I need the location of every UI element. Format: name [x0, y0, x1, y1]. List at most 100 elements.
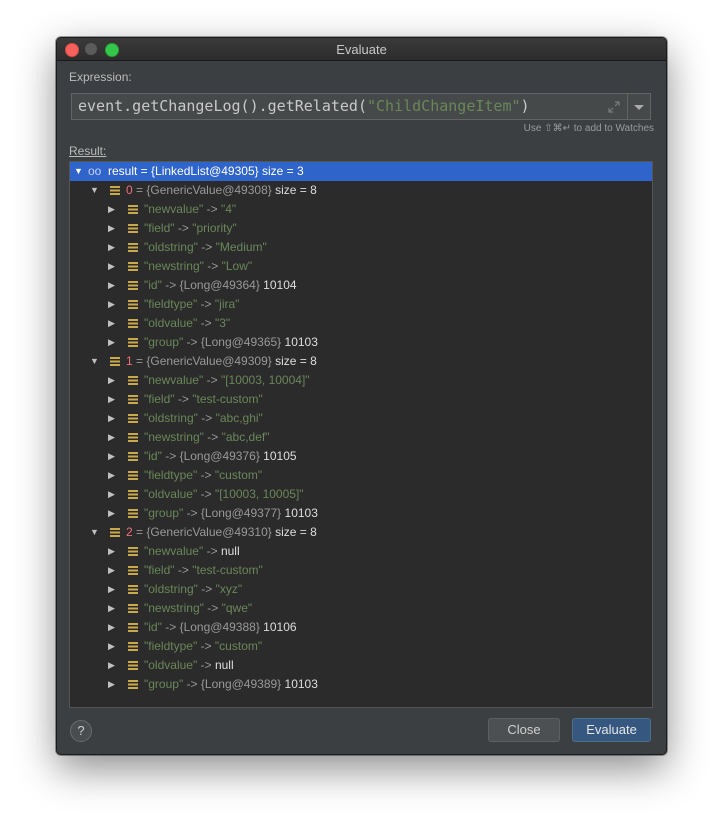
field-icon	[128, 243, 138, 252]
tree-entry-row[interactable]: ▶ "oldvalue" -> null	[70, 656, 652, 675]
tree-entry-label: "group" -> {Long@49389} 10103	[144, 677, 318, 691]
expand-editor-icon[interactable]	[607, 100, 621, 114]
tree-entry-label: "fieldtype" -> "custom"	[144, 639, 263, 653]
history-dropdown-button[interactable]	[628, 93, 651, 120]
collapsed-triangle-icon[interactable]: ▶	[108, 333, 118, 352]
result-label: Result:	[69, 144, 107, 158]
tree-entry-row[interactable]: ▶ "field" -> "priority"	[70, 219, 652, 238]
field-icon	[128, 623, 138, 632]
tree-entry-label: "oldstring" -> "abc,ghi"	[144, 411, 263, 425]
collapsed-triangle-icon[interactable]: ▶	[108, 504, 118, 523]
field-icon	[110, 528, 120, 537]
tree-entry-row[interactable]: ▶ "group" -> {Long@49389} 10103	[70, 675, 652, 694]
field-icon	[128, 642, 138, 651]
collapsed-triangle-icon[interactable]: ▶	[108, 238, 118, 257]
tree-group-row[interactable]: ▼ 1 = {GenericValue@49309} size = 8	[70, 352, 652, 371]
tree-group-row[interactable]: ▼ 0 = {GenericValue@49308} size = 8	[70, 181, 652, 200]
collapsed-triangle-icon[interactable]: ▶	[108, 428, 118, 447]
field-icon	[128, 471, 138, 480]
collapsed-triangle-icon[interactable]: ▶	[108, 314, 118, 333]
tree-entry-label: "newvalue" -> "[10003, 10004]"	[144, 373, 310, 387]
tree-entry-row[interactable]: ▶ "oldstring" -> "abc,ghi"	[70, 409, 652, 428]
expand-triangle-icon[interactable]: ▼	[90, 181, 100, 200]
field-icon	[110, 186, 120, 195]
collapsed-triangle-icon[interactable]: ▶	[108, 447, 118, 466]
collapsed-triangle-icon[interactable]: ▶	[108, 409, 118, 428]
help-button[interactable]: ?	[70, 720, 92, 742]
expression-input[interactable]: event.getChangeLog().getRelated("ChildCh…	[71, 93, 628, 120]
expression-label: Expression:	[69, 70, 132, 84]
close-button[interactable]: Close	[488, 718, 560, 742]
field-icon	[128, 395, 138, 404]
tree-entry-row[interactable]: ▶ "field" -> "test-custom"	[70, 561, 652, 580]
collapsed-triangle-icon[interactable]: ▶	[108, 561, 118, 580]
field-icon	[128, 262, 138, 271]
expression-code[interactable]: event.getChangeLog().getRelated("ChildCh…	[78, 97, 530, 115]
tree-entry-label: "newvalue" -> null	[144, 544, 240, 558]
tree-entry-row[interactable]: ▶ "oldvalue" -> "[10003, 10005]"	[70, 485, 652, 504]
collapsed-triangle-icon[interactable]: ▶	[108, 371, 118, 390]
tree-entry-label: "oldstring" -> "xyz"	[144, 582, 243, 596]
field-icon	[128, 300, 138, 309]
collapsed-triangle-icon[interactable]: ▶	[108, 656, 118, 675]
expand-triangle-icon[interactable]: ▼	[90, 352, 100, 371]
tree-entry-label: "newvalue" -> "4"	[144, 202, 237, 216]
tree-entry-label: "field" -> "test-custom"	[144, 563, 263, 577]
field-icon	[128, 433, 138, 442]
collapsed-triangle-icon[interactable]: ▶	[108, 580, 118, 599]
tree-entry-row[interactable]: ▶ "newvalue" -> "4"	[70, 200, 652, 219]
collapsed-triangle-icon[interactable]: ▶	[108, 295, 118, 314]
tree-entry-row[interactable]: ▶ "fieldtype" -> "custom"	[70, 637, 652, 656]
tree-entry-row[interactable]: ▶ "newvalue" -> null	[70, 542, 652, 561]
collapsed-triangle-icon[interactable]: ▶	[108, 276, 118, 295]
collapsed-triangle-icon[interactable]: ▶	[108, 257, 118, 276]
tree-group-row[interactable]: ▼ 2 = {GenericValue@49310} size = 8	[70, 523, 652, 542]
collapsed-triangle-icon[interactable]: ▶	[108, 200, 118, 219]
tree-group-label: 1 = {GenericValue@49309} size = 8	[126, 354, 317, 368]
tree-entry-label: "oldvalue" -> "3"	[144, 316, 231, 330]
expand-triangle-icon[interactable]: ▼	[74, 162, 84, 181]
collapsed-triangle-icon[interactable]: ▶	[108, 466, 118, 485]
title-bar[interactable]: Evaluate	[57, 38, 666, 61]
tree-entry-row[interactable]: ▶ "newvalue" -> "[10003, 10004]"	[70, 371, 652, 390]
expand-triangle-icon[interactable]: ▼	[90, 523, 100, 542]
window-title: Evaluate	[336, 42, 387, 57]
collapsed-triangle-icon[interactable]: ▶	[108, 542, 118, 561]
evaluate-dialog: Evaluate Expression: event.getChangeLog(…	[56, 37, 667, 755]
expression-code-string: "ChildChangeItem"	[366, 97, 521, 115]
field-icon	[128, 547, 138, 556]
tree-entry-row[interactable]: ▶ "id" -> {Long@49388} 10106	[70, 618, 652, 637]
chevron-down-icon	[634, 105, 644, 110]
tree-entry-row[interactable]: ▶ "group" -> {Long@49377} 10103	[70, 504, 652, 523]
tree-entry-row[interactable]: ▶ "fieldtype" -> "jira"	[70, 295, 652, 314]
field-icon	[128, 604, 138, 613]
tree-entry-row[interactable]: ▶ "newstring" -> "abc,def"	[70, 428, 652, 447]
collapsed-triangle-icon[interactable]: ▶	[108, 637, 118, 656]
tree-entry-row[interactable]: ▶ "fieldtype" -> "custom"	[70, 466, 652, 485]
tree-entry-row[interactable]: ▶ "id" -> {Long@49364} 10104	[70, 276, 652, 295]
collapsed-triangle-icon[interactable]: ▶	[108, 675, 118, 694]
tree-entry-row[interactable]: ▶ "oldstring" -> "xyz"	[70, 580, 652, 599]
tree-entry-label: "field" -> "priority"	[144, 221, 237, 235]
collapsed-triangle-icon[interactable]: ▶	[108, 219, 118, 238]
tree-entry-row[interactable]: ▶ "oldvalue" -> "3"	[70, 314, 652, 333]
field-icon	[128, 281, 138, 290]
tree-entry-row[interactable]: ▶ "newstring" -> "Low"	[70, 257, 652, 276]
collapsed-triangle-icon[interactable]: ▶	[108, 485, 118, 504]
tree-entry-row[interactable]: ▶ "id" -> {Long@49376} 10105	[70, 447, 652, 466]
collapsed-triangle-icon[interactable]: ▶	[108, 618, 118, 637]
field-icon	[128, 490, 138, 499]
tree-entry-row[interactable]: ▶ "oldstring" -> "Medium"	[70, 238, 652, 257]
tree-entry-row[interactable]: ▶ "field" -> "test-custom"	[70, 390, 652, 409]
collapsed-triangle-icon[interactable]: ▶	[108, 599, 118, 618]
tree-entry-label: "id" -> {Long@49376} 10105	[144, 449, 297, 463]
tree-entry-row[interactable]: ▶ "newstring" -> "qwe"	[70, 599, 652, 618]
tree-root-row[interactable]: ▼ oo result = {LinkedList@49305} size = …	[70, 162, 652, 181]
result-tree[interactable]: ▼ oo result = {LinkedList@49305} size = …	[69, 161, 653, 708]
collapsed-triangle-icon[interactable]: ▶	[108, 390, 118, 409]
tree-entry-row[interactable]: ▶ "group" -> {Long@49365} 10103	[70, 333, 652, 352]
field-icon	[128, 661, 138, 670]
field-icon	[110, 357, 120, 366]
field-icon	[128, 414, 138, 423]
evaluate-button[interactable]: Evaluate	[572, 718, 651, 742]
